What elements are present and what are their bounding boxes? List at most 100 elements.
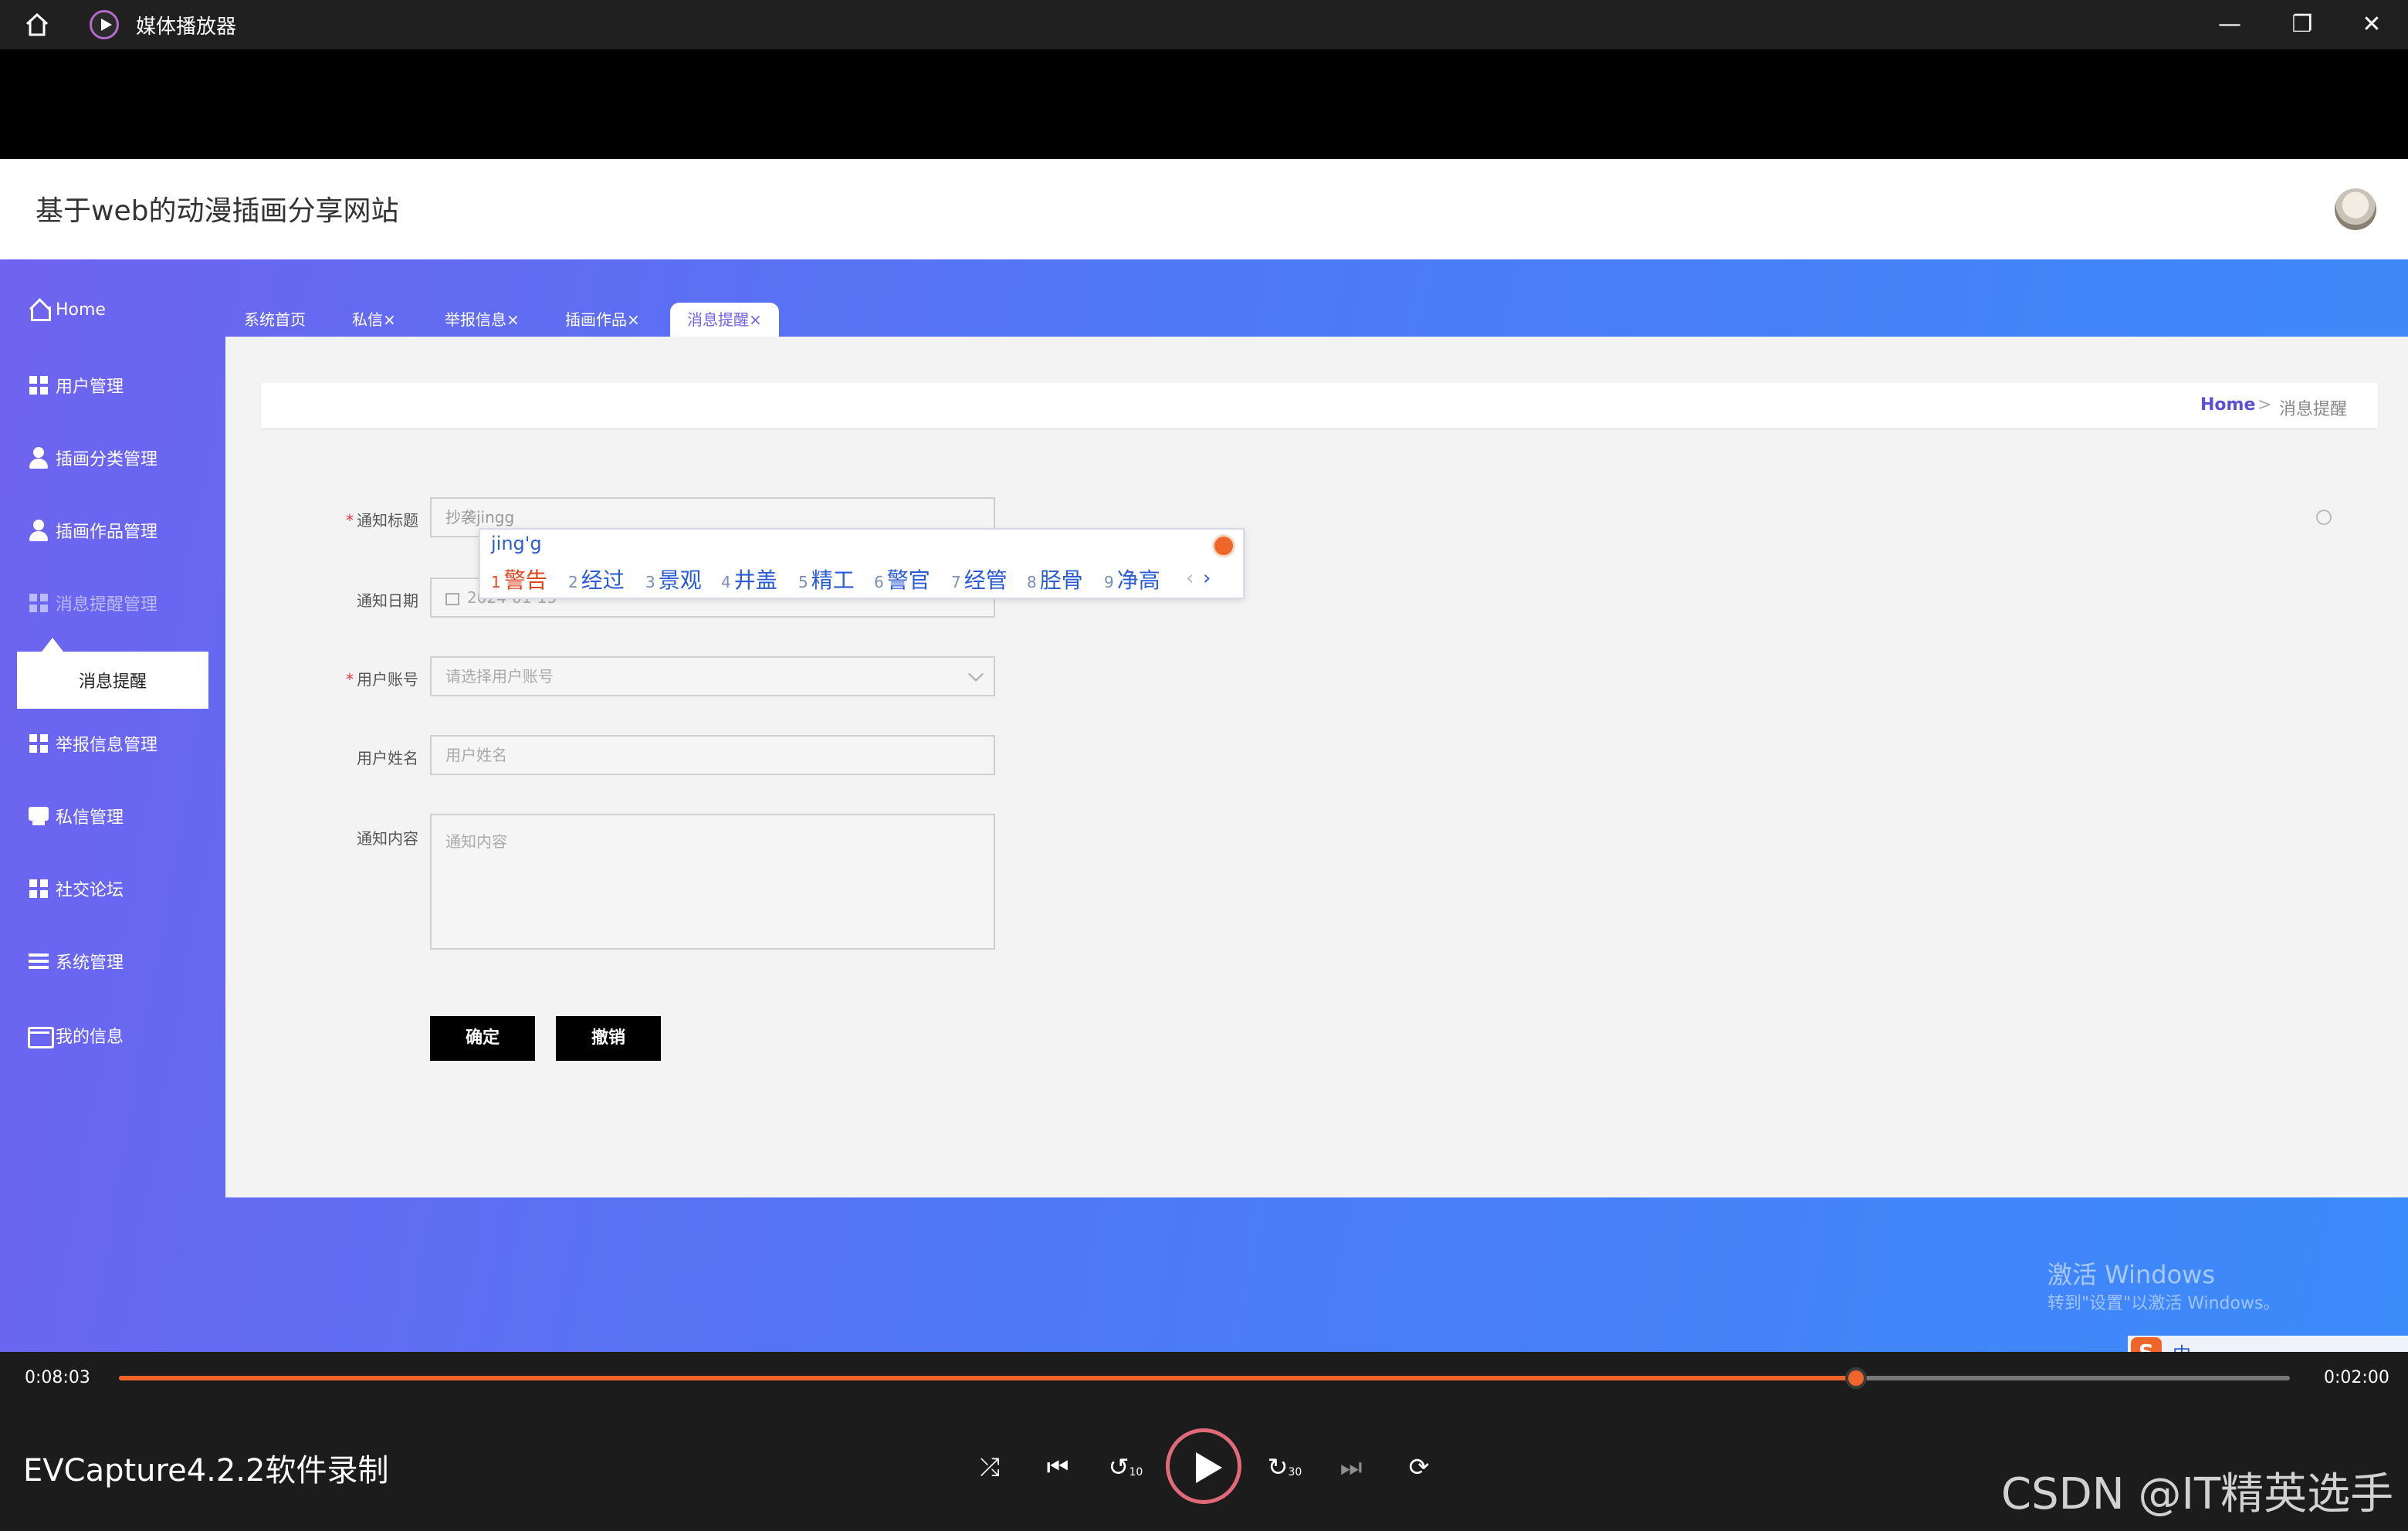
title-label: * 通知标题: [334, 508, 418, 530]
required-mark: *: [346, 511, 354, 530]
ime-candidate[interactable]: 8 胫骨: [1027, 564, 1083, 594]
sidebar-item-label: 用户管理: [56, 378, 124, 397]
candidate-number: 5: [798, 573, 808, 591]
account-placeholder: 请选择用户账号: [445, 667, 554, 686]
candidate-number: 7: [951, 573, 961, 591]
breadcrumb-home-link[interactable]: Home: [2200, 395, 2255, 415]
play-button[interactable]: [1166, 1428, 1241, 1504]
forward-button[interactable]: ↻30: [1266, 1448, 1303, 1485]
tab-home[interactable]: 系统首页: [239, 303, 310, 337]
grid-icon: [26, 876, 51, 901]
account-select[interactable]: 请选择用户账号: [430, 656, 995, 696]
forward-seconds: 30: [1288, 1466, 1302, 1478]
forward-icon: ↻: [1267, 1452, 1289, 1482]
rewind-button[interactable]: ↺10: [1107, 1448, 1144, 1485]
cancel-button[interactable]: 撤销: [556, 1016, 661, 1061]
sidebar-item-forum[interactable]: 社交论坛: [26, 869, 124, 908]
sidebar-item-label: 系统管理: [56, 953, 124, 973]
card-icon: [26, 1023, 54, 1048]
ime-candidate[interactable]: 1 警告: [491, 564, 547, 594]
list-icon: [26, 949, 51, 974]
candidate-word: 精工: [811, 567, 855, 593]
sidebar-item-label: 私信管理: [56, 808, 124, 828]
tab-notifications[interactable]: 消息提醒×: [670, 303, 779, 337]
ime-candidate[interactable]: 5 精工: [798, 564, 855, 594]
breadcrumb: [261, 383, 2378, 428]
sidebar-item-label: 举报信息管理: [56, 736, 158, 755]
rewind-icon: ↺: [1108, 1452, 1129, 1482]
settings-icon[interactable]: [2316, 510, 2332, 525]
player-title-bar: 媒体播放器 — ❐ ✕: [0, 0, 2408, 49]
ime-candidate[interactable]: 3 景观: [645, 564, 702, 594]
sidebar-item-message-management[interactable]: 私信管理: [26, 797, 124, 835]
sidebar-item-category-management[interactable]: 插画分类管理: [26, 439, 157, 477]
sidebar-item-label: 插画作品管理: [56, 523, 158, 542]
sidebar-item-my-info[interactable]: 我的信息: [26, 1016, 124, 1055]
breadcrumb-current: 消息提醒: [2279, 400, 2348, 419]
tab-artworks[interactable]: 插画作品×: [561, 303, 645, 337]
sidebar-item-label: 消息提醒管理: [56, 595, 158, 615]
ime-candidate[interactable]: 6 警官: [874, 564, 930, 594]
sidebar-item-notification-management[interactable]: 消息提醒管理: [26, 584, 157, 622]
grid-icon: [26, 591, 51, 615]
calendar-icon: [445, 592, 459, 605]
breadcrumb-separator: >: [2257, 395, 2272, 415]
sidebar-item-report-management[interactable]: 举报信息管理: [26, 724, 157, 763]
recorder-watermark: EVCapture4.2.2软件录制: [23, 1453, 389, 1489]
home-icon[interactable]: [23, 11, 51, 39]
sidebar-item-label: 社交论坛: [56, 881, 124, 900]
ime-logo-icon: [1212, 534, 1235, 557]
sidebar-subitem-notification[interactable]: 消息提醒: [17, 652, 208, 709]
sidebar-item-artwork-management[interactable]: 插画作品管理: [26, 511, 157, 550]
ime-next-page-button[interactable]: ›: [1203, 567, 1211, 590]
account-label: * 用户账号: [334, 667, 418, 689]
candidate-number: 9: [1104, 573, 1114, 591]
seek-bar-thumb[interactable]: [1844, 1367, 1867, 1389]
activate-windows-hint: 转到"设置"以激活 Windows。: [2047, 1294, 2281, 1313]
close-button[interactable]: ✕: [2349, 8, 2395, 42]
site-title: 基于web的动漫插画分享网站: [36, 195, 399, 227]
shuffle-button[interactable]: ⤮: [971, 1448, 1008, 1485]
activate-windows-title: 激活 Windows: [2047, 1260, 2216, 1289]
ime-candidate[interactable]: 7 经管: [951, 564, 1008, 594]
name-input[interactable]: 用户姓名: [430, 735, 995, 775]
confirm-button[interactable]: 确定: [430, 1016, 535, 1061]
account-label-text: 用户账号: [357, 670, 418, 689]
chevron-down-icon: [968, 666, 984, 682]
ime-candidate[interactable]: 4 井盖: [721, 564, 777, 594]
next-button[interactable]: ⏭: [1333, 1448, 1370, 1485]
rewind-seconds: 10: [1129, 1466, 1143, 1478]
candidate-word: 景观: [658, 567, 702, 593]
sidebar-item-home[interactable]: Home: [26, 290, 106, 329]
candidate-number: 3: [645, 573, 655, 591]
user-icon: [26, 518, 51, 543]
ime-candidate[interactable]: 2 经过: [568, 564, 625, 594]
sidebar-item-system-management[interactable]: 系统管理: [26, 942, 124, 981]
user-icon: [26, 445, 51, 470]
tab-reports[interactable]: 举报信息×: [440, 303, 524, 337]
candidate-word: 经过: [581, 567, 625, 593]
candidate-number: 1: [491, 573, 501, 591]
media-player-logo-icon: [90, 10, 119, 39]
previous-button[interactable]: ⏮: [1039, 1448, 1076, 1485]
tab-messages[interactable]: 私信×: [347, 303, 401, 337]
candidate-number: 8: [1027, 573, 1037, 591]
seek-bar[interactable]: [119, 1367, 2290, 1389]
content-textarea[interactable]: 通知内容: [430, 814, 995, 950]
date-label: 通知日期: [357, 591, 418, 610]
sidebar-item-label: Home: [56, 300, 106, 320]
app-title: 媒体播放器: [136, 15, 237, 39]
avatar[interactable]: [2335, 188, 2376, 230]
sidebar-item-user-management[interactable]: 用户管理: [26, 366, 124, 405]
grid-icon: [26, 373, 51, 398]
sidebar-item-label: 我的信息: [56, 1028, 124, 1047]
home-icon: [26, 297, 51, 322]
restore-button[interactable]: ❐: [2279, 8, 2325, 42]
ime-candidate[interactable]: 9 净高: [1104, 564, 1160, 594]
sidebar-item-label: 插画分类管理: [56, 450, 158, 469]
minimize-button[interactable]: —: [2206, 8, 2253, 42]
repeat-button[interactable]: ⟳: [1400, 1448, 1438, 1485]
ime-prev-page-button[interactable]: ‹: [1186, 567, 1194, 590]
csdn-watermark: CSDN @IT精英选手: [2001, 1469, 2394, 1519]
ime-composition: jing'g: [491, 533, 542, 554]
